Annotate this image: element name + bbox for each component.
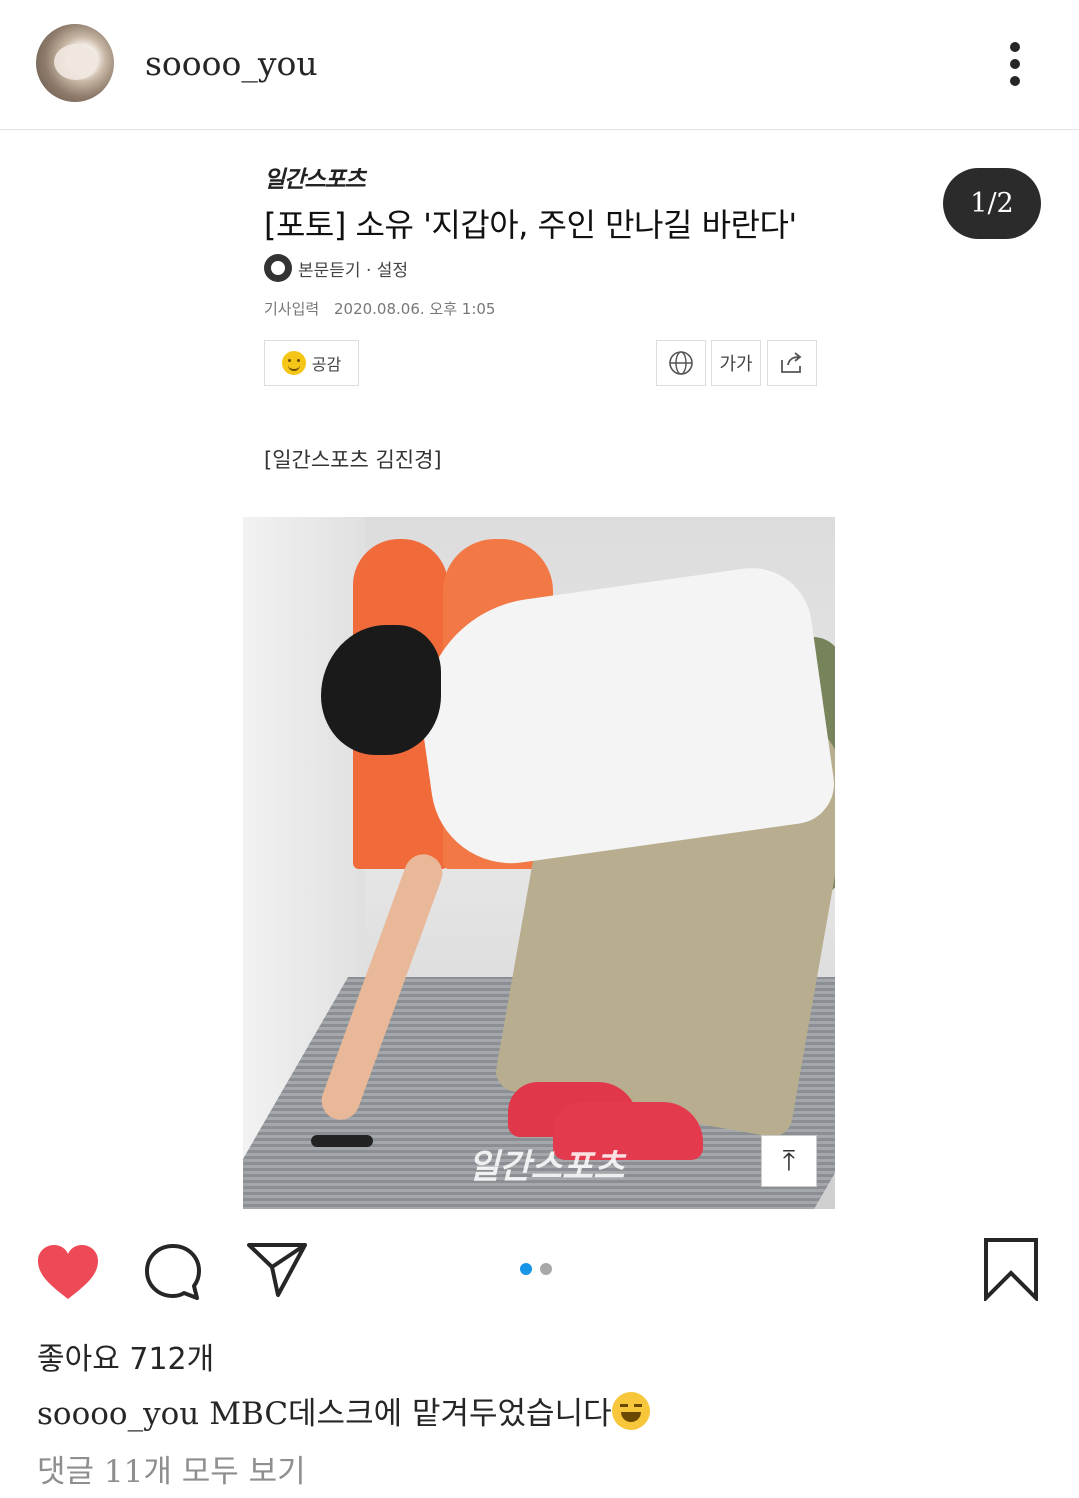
action-bar — [0, 1229, 1079, 1309]
like-number: 712개 — [129, 1342, 215, 1377]
more-options-icon[interactable] — [1000, 38, 1030, 90]
view-all-comments-link[interactable]: 댓글 11개 모두 보기 — [37, 1446, 306, 1491]
listen-settings: 본문듣기 · 설정 — [264, 254, 408, 282]
username[interactable]: soooo_you — [145, 44, 318, 83]
empathy-label: 공감 — [311, 355, 342, 374]
photo-credit: [일간스포츠 김진경] — [264, 448, 442, 472]
share-send-icon[interactable] — [246, 1239, 308, 1303]
carousel-dots — [520, 1263, 552, 1275]
caption-username[interactable]: soooo_you — [37, 1396, 199, 1432]
scroll-top-icon: ⤒ — [761, 1135, 817, 1187]
photo-watermark: 일간스포츠 — [468, 1147, 625, 1187]
post-caption: soooo_you MBC데스크에 맡겨두었습니다 — [37, 1388, 650, 1433]
news-logo: 일간스포츠 — [264, 167, 366, 193]
article-dateline: 기사입력 2020.08.06. 오후 1:05 — [264, 298, 495, 319]
avatar[interactable] — [36, 24, 114, 102]
share-icon — [767, 340, 817, 386]
empathy-button: 공감 — [264, 340, 359, 386]
bookmark-icon[interactable] — [983, 1237, 1039, 1305]
like-label: 좋아요 — [37, 1342, 120, 1377]
date-value: 2020.08.06. 오후 1:05 — [333, 300, 496, 318]
date-label: 기사입력 — [264, 300, 320, 318]
audio-icon — [264, 254, 292, 282]
laughing-emoji-icon — [611, 1392, 650, 1430]
article-headline: [포토] 소유 '지갑아, 주인 만나길 바란다' — [264, 206, 797, 244]
carousel-counter: 1/2 — [943, 168, 1041, 239]
smile-icon — [281, 351, 306, 375]
wallet — [311, 1135, 373, 1147]
font-size-button: 가가 — [711, 340, 761, 386]
like-count[interactable]: 좋아요 712개 — [37, 1334, 214, 1378]
article-photo: 일간스포츠 ⤒ — [243, 517, 835, 1209]
carousel-dot — [540, 1263, 552, 1275]
globe-icon — [656, 340, 706, 386]
post-header: soooo_you — [0, 0, 1079, 130]
carousel-dot-active — [520, 1263, 532, 1275]
listen-label: 본문듣기 · 설정 — [298, 260, 409, 281]
heart-icon[interactable] — [36, 1243, 100, 1305]
comment-icon[interactable] — [143, 1242, 203, 1306]
caption-text: MBC데스크에 맡겨두었습니다 — [209, 1396, 612, 1432]
